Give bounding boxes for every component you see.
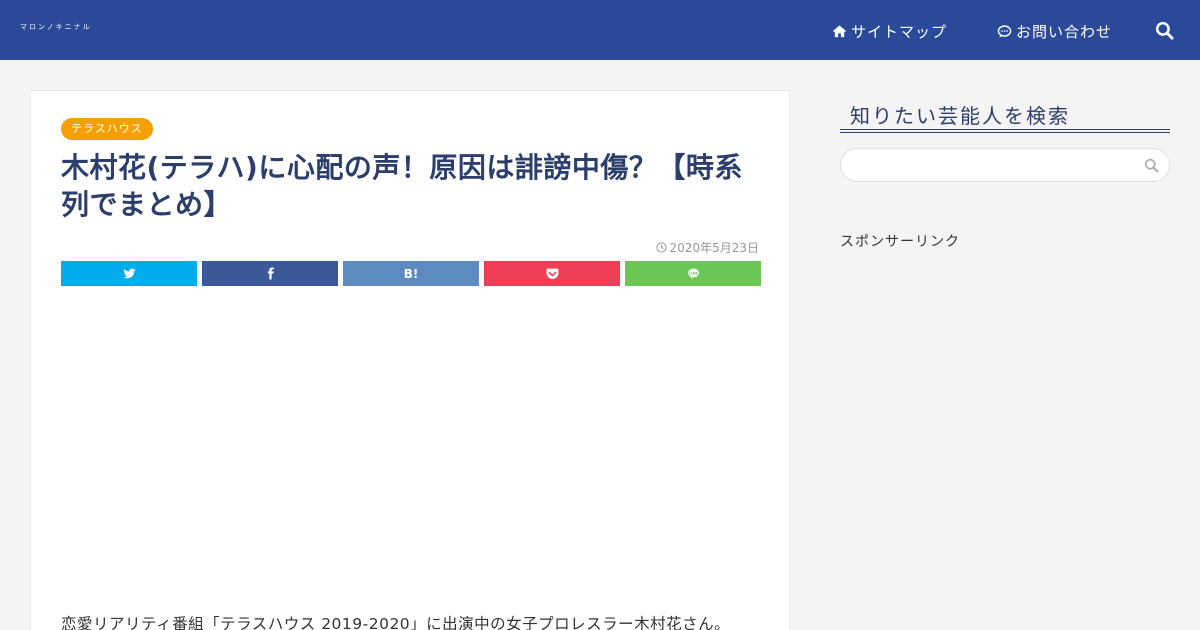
site-header: マロンノキニナル サイトマップ お問い合わせ bbox=[0, 0, 1200, 60]
svg-text:LINE: LINE bbox=[689, 271, 698, 275]
heading-underline bbox=[840, 129, 1170, 130]
search-icon[interactable] bbox=[1155, 21, 1174, 40]
sponsor-label: スポンサーリンク bbox=[840, 234, 960, 250]
pocket-icon bbox=[546, 268, 558, 279]
home-icon bbox=[832, 25, 847, 38]
post-title: 木村花(テラハ)に心配の声！原因は誹謗中傷？【時系列でまとめ】 bbox=[61, 151, 743, 221]
category-badge[interactable]: テラスハウス bbox=[61, 118, 153, 140]
share-pocket-button[interactable] bbox=[484, 261, 620, 286]
share-buttons: B! LINE bbox=[61, 261, 761, 286]
nav-sitemap-label: サイトマップ bbox=[851, 23, 948, 41]
sidebar-search-input[interactable] bbox=[855, 155, 1135, 175]
facebook-icon bbox=[267, 267, 274, 280]
heading-underline bbox=[840, 132, 1170, 133]
nav-sitemap[interactable]: サイトマップ bbox=[832, 21, 947, 42]
article-card: テラスハウス 木村花(テラハ)に心配の声！原因は誹謗中傷？【時系列でまとめ】 2… bbox=[30, 90, 790, 630]
share-line-button[interactable]: LINE bbox=[625, 261, 761, 286]
line-icon: LINE bbox=[687, 268, 699, 279]
share-twitter-button[interactable] bbox=[61, 261, 197, 286]
twitter-icon bbox=[123, 268, 135, 279]
post-date: 2020年5月23日 bbox=[655, 239, 759, 256]
chat-icon bbox=[997, 25, 1012, 38]
nav-contact-label: お問い合わせ bbox=[1016, 23, 1113, 41]
hatena-label: B! bbox=[403, 266, 419, 281]
post-intro-paragraph: 恋愛リアリティ番組「テラスハウス 2019-2020」に出演中の女子プロレスラー… bbox=[61, 615, 731, 630]
clock-icon bbox=[655, 242, 667, 253]
search-icon[interactable] bbox=[1144, 158, 1159, 173]
share-hatena-button[interactable]: B! bbox=[343, 261, 479, 286]
nav-contact[interactable]: お問い合わせ bbox=[997, 21, 1112, 42]
site-title[interactable]: マロンノキニナル bbox=[20, 22, 92, 32]
sidebar-search-box bbox=[840, 148, 1170, 182]
post-date-text: 2020年5月23日 bbox=[669, 241, 759, 255]
share-facebook-button[interactable] bbox=[202, 261, 338, 286]
ad-space bbox=[61, 306, 761, 596]
